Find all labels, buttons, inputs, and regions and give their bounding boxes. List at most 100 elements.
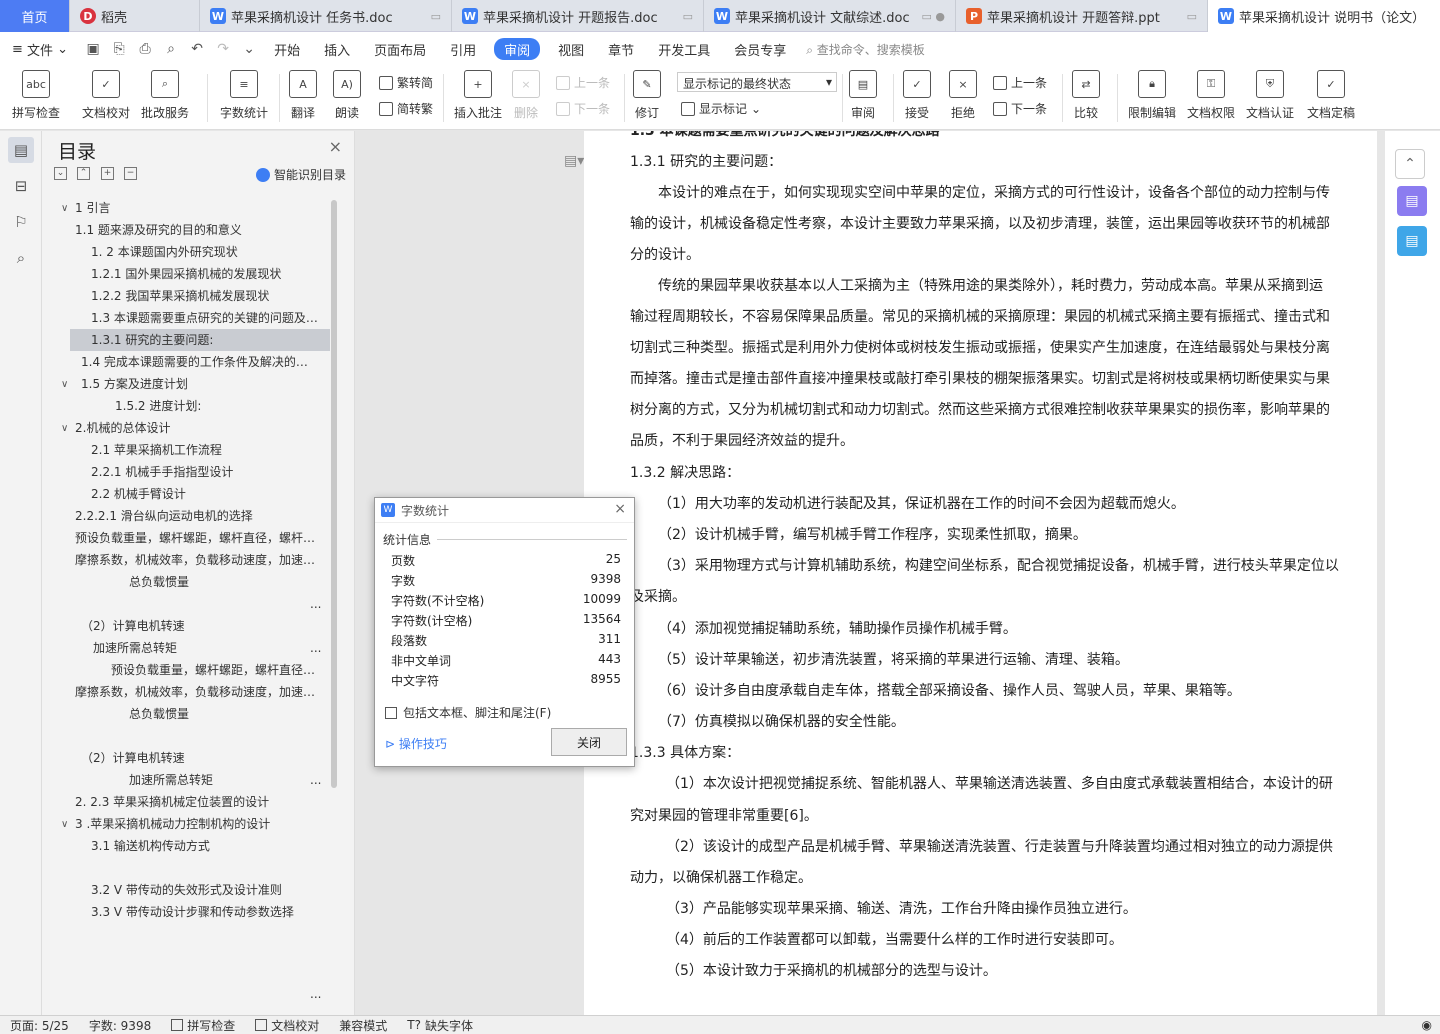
toc-item[interactable]: 摩擦系数，机械效率，负载移动速度，加速时间 bbox=[75, 681, 319, 703]
toc-item[interactable]: 3 .苹果采摘机械动力控制机构的设计 bbox=[75, 813, 325, 835]
tips-link[interactable]: ⊳ 操作技巧 bbox=[385, 735, 447, 752]
checkbox-box[interactable] bbox=[385, 706, 397, 719]
export-icon[interactable]: ⎘ bbox=[109, 39, 129, 59]
doc-proof-button[interactable]: ✓ 文档校对 bbox=[82, 70, 130, 121]
doc-finalize-button[interactable]: ✓ 文档定稿 bbox=[1307, 70, 1355, 121]
include-textbox-checkbox[interactable]: 包括文本框、脚注和尾注(F) bbox=[385, 704, 551, 721]
restrict-edit-button[interactable]: 🔒︎ 限制编辑 bbox=[1128, 70, 1176, 121]
tab-home[interactable]: 首页 bbox=[0, 0, 70, 32]
menu-view[interactable]: 视图 bbox=[546, 32, 596, 66]
chevron-down-icon[interactable]: ⌄ bbox=[239, 39, 259, 59]
smart-toc-button[interactable]: 智能识别目录 bbox=[255, 166, 346, 183]
tab-doc-review[interactable]: W 苹果采摘机设计 文献综述.doc ▭ ● bbox=[704, 0, 956, 32]
spell-check-button[interactable]: abc 拼写检查 bbox=[12, 70, 60, 121]
accept-button[interactable]: ✓ 接受 bbox=[903, 70, 931, 121]
show-markup-button[interactable]: 显示标记 ⌄ bbox=[681, 100, 761, 117]
translate-button[interactable]: A 翻译 bbox=[289, 70, 317, 121]
toc-item[interactable]: 3.3 V 带传动设计步骤和传动参数选择 bbox=[91, 901, 331, 923]
revise-button[interactable]: ✎ 修订 bbox=[633, 70, 661, 121]
menu-insert[interactable]: 插入 bbox=[312, 32, 362, 66]
toc-item-more[interactable]: ... bbox=[310, 593, 330, 615]
menu-member[interactable]: 会员专享 bbox=[722, 32, 798, 66]
monitor-icon[interactable]: ▭ bbox=[431, 10, 441, 23]
page-indicator[interactable]: 页面: 5/25 bbox=[0, 1017, 79, 1034]
save-icon[interactable]: ▣ bbox=[83, 39, 103, 59]
eye-protect-icon[interactable]: ◉ bbox=[1422, 1018, 1440, 1032]
toc-item-more[interactable]: ... bbox=[310, 637, 330, 659]
toc-item[interactable]: 2.2 机械手臂设计 bbox=[91, 483, 331, 505]
menu-dev-tools[interactable]: 开发工具 bbox=[646, 32, 722, 66]
chevron-down-icon[interactable]: ∨ bbox=[61, 819, 68, 830]
toc-item-selected[interactable]: 1.3.1 研究的主要问题: bbox=[70, 329, 330, 351]
paper-check-icon[interactable]: ▤ bbox=[1397, 186, 1427, 216]
print-preview-icon[interactable]: ⌕ bbox=[161, 39, 181, 59]
next-change-button[interactable]: 下一条 bbox=[993, 100, 1047, 117]
trad-to-simp-button[interactable]: 繁转简 bbox=[379, 74, 433, 91]
spell-check-status[interactable]: 拼写检查 bbox=[161, 1017, 245, 1034]
collapse-all-icon[interactable]: ⌄ bbox=[54, 167, 67, 180]
close-button[interactable]: 关闭 bbox=[551, 728, 627, 756]
undo-icon[interactable]: ↶ bbox=[187, 39, 207, 59]
annotate-service-button[interactable]: ⌕ 批改服务 bbox=[141, 70, 189, 121]
doc-proof-status[interactable]: 文档校对 bbox=[245, 1017, 329, 1034]
toc-item-more[interactable]: ... bbox=[310, 769, 330, 791]
page-outline-icon[interactable]: ▤▾ bbox=[564, 153, 584, 169]
doc-cert-button[interactable]: ⛨ 文档认证 bbox=[1246, 70, 1294, 121]
command-search[interactable]: ⌕ 查找命令、搜索模板 bbox=[806, 41, 925, 58]
toc-item[interactable]: 3.1 输送机构传动方式 bbox=[91, 835, 331, 857]
toc-icon[interactable]: ▤ bbox=[8, 137, 34, 163]
tab-ppt-defense[interactable]: P 苹果采摘机设计 开题答辩.ppt ▭ bbox=[956, 0, 1208, 32]
toc-item[interactable]: 摩擦系数，机械效率，负载移动速度，加速时间 bbox=[75, 549, 319, 571]
chevron-down-icon[interactable]: ∨ bbox=[61, 423, 68, 434]
next-comment-button[interactable]: 下一条 bbox=[556, 100, 610, 117]
menu-chapter[interactable]: 章节 bbox=[596, 32, 646, 66]
toc-item[interactable]: 预设负载重量，螺杆螺距，螺杆直径，螺杆长度 bbox=[111, 659, 319, 681]
toc-item[interactable]: 1.2.2 我国苹果采摘机械发展现状 bbox=[91, 285, 331, 307]
delete-comment-button[interactable]: × 删除 bbox=[512, 70, 540, 121]
close-icon[interactable]: × bbox=[329, 137, 342, 156]
chapter-nav-icon[interactable]: ⊟ bbox=[8, 173, 34, 199]
menu-start[interactable]: 开始 bbox=[262, 32, 312, 66]
toc-item[interactable]: 总负载惯量 bbox=[129, 703, 319, 725]
toc-item[interactable]: 2.2.1 机械手手指指型设计 bbox=[91, 461, 331, 483]
chevron-down-icon[interactable]: ∨ bbox=[61, 203, 68, 214]
file-menu[interactable]: ≡ 文件 ⌄ bbox=[0, 32, 80, 66]
toc-item[interactable]: 1.3 本课题需要重点研究的关键的问题及解决思路 bbox=[91, 307, 319, 329]
expand-up-icon[interactable]: ⌃ bbox=[77, 167, 90, 180]
compare-button[interactable]: ⇄ 比较 bbox=[1072, 70, 1100, 121]
paper-format-icon[interactable]: ▤ bbox=[1397, 226, 1427, 256]
toc-item[interactable]: 1.1 题来源及研究的目的和意义 bbox=[75, 219, 335, 241]
toc-item[interactable]: 1.5.2 进度计划: bbox=[115, 395, 315, 417]
monitor-icon[interactable]: ▭ bbox=[1187, 10, 1197, 23]
redo-icon[interactable]: ↷ bbox=[213, 39, 233, 59]
toc-item[interactable]: 加速所需总转矩 bbox=[93, 637, 313, 659]
menu-reference[interactable]: 引用 bbox=[438, 32, 488, 66]
toc-item[interactable]: 加速所需总转矩 bbox=[129, 769, 309, 791]
toc-item[interactable]: 2. 2.3 苹果采摘机械定位装置的设计 bbox=[75, 791, 325, 813]
insert-comment-button[interactable]: + 插入批注 bbox=[454, 70, 502, 121]
toc-item-more[interactable]: ... bbox=[310, 983, 330, 1005]
tab-doc-task[interactable]: W 苹果采摘机设计 任务书.doc ▭ bbox=[200, 0, 452, 32]
tab-doc-thesis[interactable]: W 苹果采摘机设计 说明书（论文） bbox=[1208, 0, 1440, 32]
toc-item[interactable]: 2.2.2.1 滑台纵向运动电机的选择 bbox=[75, 505, 325, 527]
prev-comment-button[interactable]: 上一条 bbox=[556, 74, 610, 91]
review-pane-button[interactable]: ▤ 审阅 bbox=[849, 70, 877, 121]
document-page[interactable]: 1.3 本课题需要重点研究的关键的问题及解决思路 1.3.1 研究的主要问题： … bbox=[584, 131, 1377, 1015]
toc-item[interactable]: （2）计算电机转速 bbox=[81, 747, 321, 769]
toc-item[interactable]: 1 引言 bbox=[75, 197, 335, 219]
toc-item[interactable]: 1.4 完成本课题需要的工作条件及解决的办法 bbox=[81, 351, 319, 373]
toc-item[interactable]: （2）计算电机转速 bbox=[81, 615, 321, 637]
toc-item[interactable]: 2.1 苹果采摘机工作流程 bbox=[91, 439, 331, 461]
doc-permission-button[interactable]: ⚿ 文档权限 bbox=[1187, 70, 1235, 121]
toc-item[interactable]: 总负载惯量 bbox=[129, 571, 319, 593]
remove-heading-icon[interactable]: − bbox=[124, 167, 137, 180]
add-heading-icon[interactable]: + bbox=[101, 167, 114, 180]
toc-item[interactable]: 2.机械的总体设计 bbox=[75, 417, 315, 439]
missing-font-status[interactable]: T? 缺失字体 bbox=[397, 1017, 483, 1034]
reject-button[interactable]: × 拒绝 bbox=[949, 70, 977, 121]
toc-item[interactable]: 1. 2 本课题国内外研究现状 bbox=[91, 241, 331, 263]
toc-scrollbar[interactable] bbox=[331, 200, 337, 788]
menu-review[interactable]: 审阅 bbox=[494, 38, 541, 60]
word-count-indicator[interactable]: 字数: 9398 bbox=[79, 1017, 161, 1034]
menu-layout[interactable]: 页面布局 bbox=[362, 32, 438, 66]
